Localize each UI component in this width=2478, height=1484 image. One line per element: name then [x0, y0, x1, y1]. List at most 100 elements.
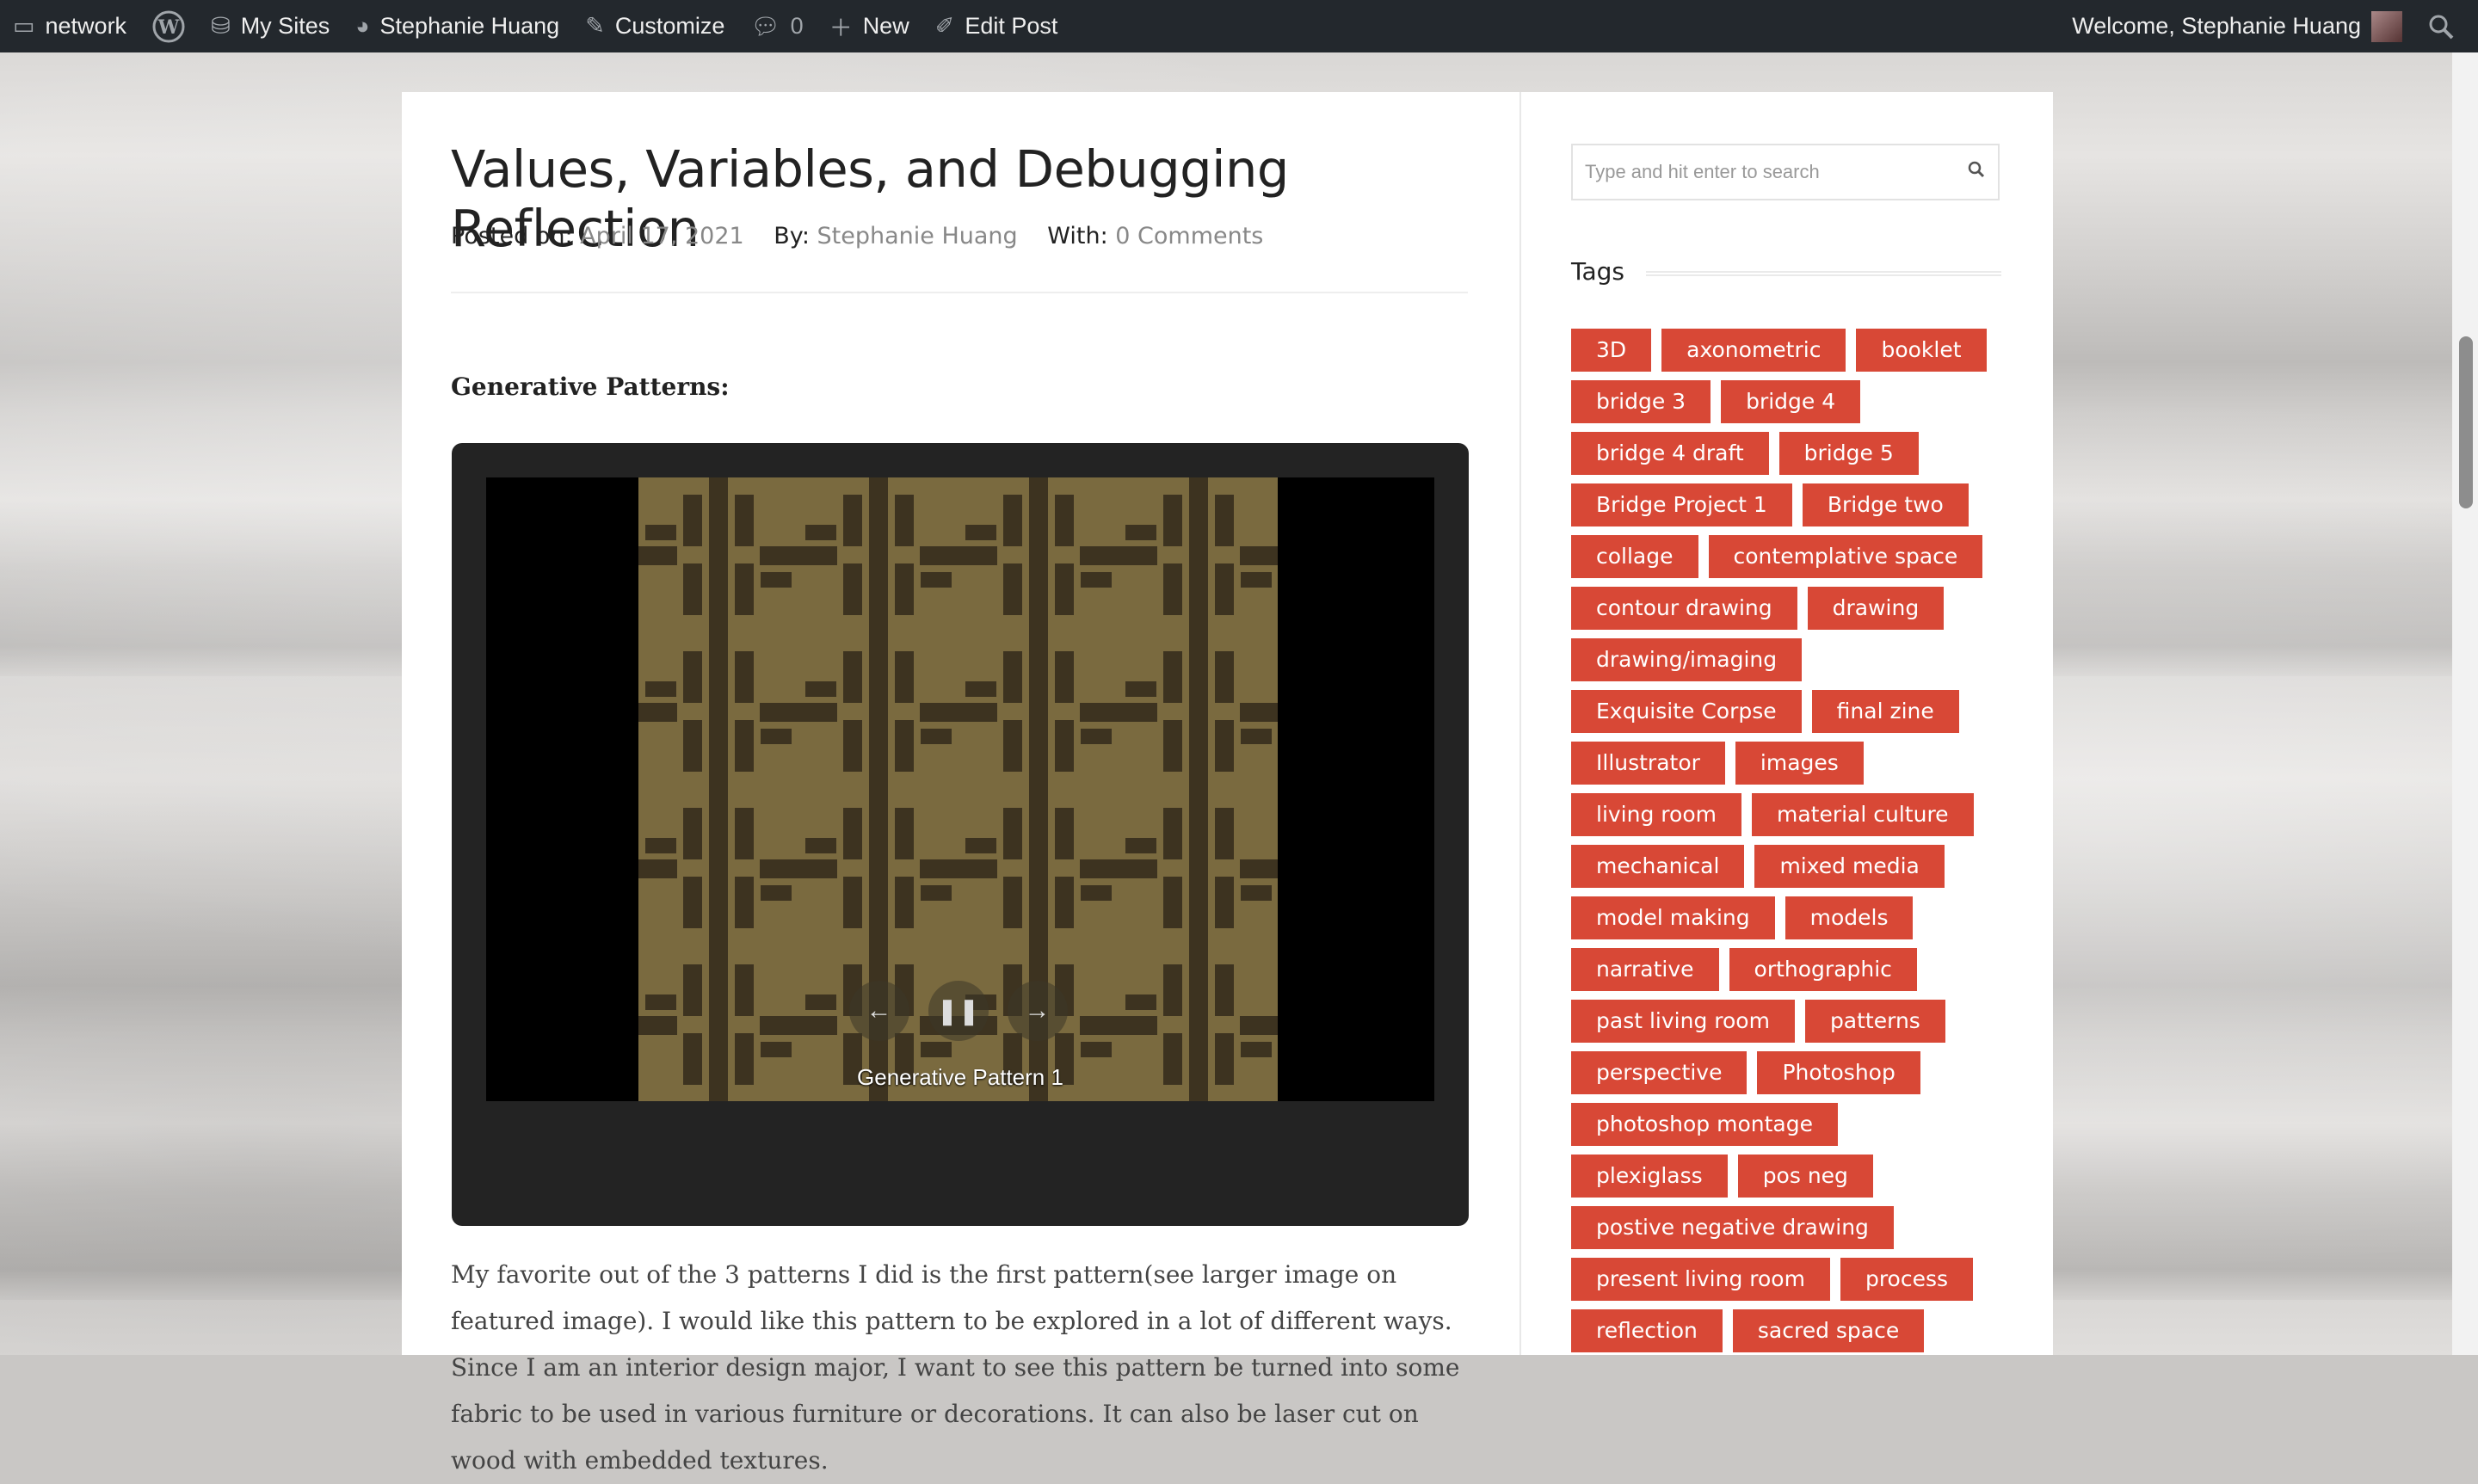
wordpress-logo-button[interactable]: W	[139, 0, 198, 52]
account-menu[interactable]: Welcome, Stephanie Huang	[2059, 0, 2415, 52]
tag-link[interactable]: Exquisite Corpse	[1571, 690, 1802, 733]
search-icon	[1968, 161, 1985, 178]
arrow-right-icon: →	[1024, 996, 1051, 1025]
tag-link[interactable]: postive negative drawing	[1571, 1206, 1894, 1249]
tag-link[interactable]: patterns	[1804, 1000, 1945, 1043]
with-label: With:	[1047, 223, 1108, 249]
comments-link[interactable]: 0 Comments	[1115, 223, 1263, 249]
tag-link[interactable]: booklet	[1856, 329, 1987, 372]
network-link[interactable]: ▭ network	[0, 0, 139, 52]
tag-link[interactable]: past living room	[1571, 1000, 1795, 1043]
plus-icon: ＋	[829, 15, 853, 41]
scrollbar-track[interactable]	[2452, 52, 2478, 1355]
search-icon	[2429, 15, 2454, 39]
dashboard-icon: ◕	[355, 13, 370, 39]
post-date-link[interactable]: April 17, 2021	[580, 223, 744, 249]
tag-link[interactable]: Illustrator	[1571, 742, 1725, 785]
tag-link[interactable]: images	[1735, 742, 1864, 785]
broken-image-icon: ▭	[13, 13, 35, 39]
tag-link[interactable]: 3D	[1571, 329, 1652, 372]
tag-link[interactable]: contour drawing	[1571, 587, 1797, 630]
slide-stage: ← ❚❚ → Generative Pattern 1	[486, 477, 1434, 1101]
sidebar-search-box	[1571, 144, 2000, 200]
comment-bubble-icon: 💬︎	[750, 13, 780, 40]
tag-link[interactable]: living room	[1571, 793, 1741, 836]
tag-link[interactable]: process	[1840, 1258, 1974, 1301]
section-heading: Generative Patterns:	[451, 373, 730, 401]
tag-link[interactable]: drawing	[1807, 587, 1945, 630]
customize-label: Customize	[614, 13, 725, 39]
tag-link[interactable]: mechanical	[1571, 845, 1745, 888]
tag-link[interactable]: plexiglass	[1571, 1155, 1728, 1198]
tag-link[interactable]: models	[1785, 896, 1914, 939]
meta-divider	[451, 292, 1468, 293]
customize-link[interactable]: ✎ Customize	[572, 0, 737, 52]
next-slide-button[interactable]: →	[1007, 981, 1068, 1041]
arrow-left-icon: ←	[866, 996, 892, 1025]
by-label: By:	[774, 223, 810, 249]
admin-bar: ▭ network W ⛁ My Sites ◕ Stephanie Huang…	[0, 0, 2478, 52]
admin-bar-right: Welcome, Stephanie Huang	[2059, 0, 2478, 52]
tag-link[interactable]: material culture	[1751, 793, 1974, 836]
svg-text:W: W	[157, 16, 180, 39]
tag-link[interactable]: narrative	[1571, 948, 1719, 991]
new-label: New	[862, 13, 909, 39]
tag-link[interactable]: Bridge two	[1802, 483, 1969, 526]
search-submit-button[interactable]	[1955, 161, 1998, 183]
tag-link[interactable]: pos neg	[1737, 1155, 1873, 1198]
slide-caption: Generative Pattern 1	[857, 1064, 1063, 1090]
slideshow-controls: ← ❚❚ →	[638, 981, 1278, 1041]
pause-slideshow-button[interactable]: ❚❚	[928, 981, 989, 1041]
generative-pattern-image[interactable]: ← ❚❚ →	[638, 477, 1278, 1101]
tag-link[interactable]: orthographic	[1729, 948, 1917, 991]
tag-link[interactable]: drawing/imaging	[1571, 638, 1803, 681]
author-link[interactable]: Stephanie Huang	[817, 223, 1018, 249]
tag-link[interactable]: sacred space	[1732, 1309, 1925, 1352]
tag-link[interactable]: bridge 4 draft	[1571, 432, 1769, 475]
tag-link[interactable]: bridge 4	[1721, 380, 1861, 423]
pause-icon: ❚❚	[936, 996, 980, 1025]
tag-link[interactable]: Photoshop	[1757, 1051, 1920, 1094]
network-icon: ⛁	[211, 13, 231, 39]
site-name-menu[interactable]: ◕ Stephanie Huang	[342, 0, 572, 52]
edit-post-link[interactable]: ✐ Edit Post	[922, 0, 1071, 52]
image-slideshow: ← ❚❚ → Generative Pattern 1	[452, 443, 1469, 1226]
previous-slide-button[interactable]: ←	[848, 981, 909, 1041]
tag-link[interactable]: contemplative space	[1708, 535, 1983, 578]
tag-link[interactable]: bridge 5	[1778, 432, 1919, 475]
post-content: Values, Variables, and Debugging Reflect…	[402, 92, 1519, 1475]
tag-link[interactable]: perspective	[1571, 1051, 1748, 1094]
tag-link[interactable]: photoshop montage	[1571, 1103, 1838, 1146]
pencil-icon: ✐	[934, 13, 955, 39]
tag-link[interactable]: present living room	[1571, 1258, 1830, 1301]
comments-count: 0	[790, 13, 804, 39]
tag-cloud: 3D axonometric booklet bridge 3 bridge 4 brid…	[1571, 329, 2001, 1352]
my-sites-menu[interactable]: ⛁ My Sites	[198, 0, 342, 52]
brush-icon: ✎	[585, 13, 605, 39]
tag-link[interactable]: collage	[1571, 535, 1698, 578]
my-sites-label: My Sites	[240, 13, 330, 39]
tag-link[interactable]: reflection	[1571, 1309, 1723, 1352]
post-meta: Posted on: April 17, 2021 By: Stephanie …	[451, 223, 1285, 249]
network-label: network	[45, 13, 127, 39]
tags-heading-rule	[1646, 271, 2001, 278]
posted-on-label: Posted on:	[451, 223, 573, 249]
comments-link[interactable]: 💬︎ 0	[737, 0, 816, 52]
tag-link[interactable]: mixed media	[1754, 845, 1945, 888]
tag-link[interactable]: model making	[1571, 896, 1775, 939]
tag-link[interactable]: Bridge Project 1	[1571, 483, 1792, 526]
avatar	[2371, 10, 2402, 42]
tag-link[interactable]: axonometric	[1661, 329, 1846, 372]
admin-search-button[interactable]	[2415, 0, 2478, 52]
wordpress-icon: W	[152, 10, 185, 42]
tag-link[interactable]: bridge 3	[1571, 380, 1711, 423]
edit-post-label: Edit Post	[965, 13, 1058, 39]
post-body-paragraph: My favorite out of the 3 patterns I did …	[451, 1260, 1460, 1475]
welcome-text: Welcome, Stephanie Huang	[2072, 13, 2361, 39]
scrollbar-thumb[interactable]	[2459, 336, 2473, 508]
new-content-menu[interactable]: ＋ New	[817, 0, 922, 52]
tags-heading: Tags	[1571, 257, 1624, 286]
search-input[interactable]	[1573, 146, 1955, 198]
sidebar: Tags 3Daxonometricbookletbridge 3bridge …	[1521, 92, 2053, 1355]
tag-link[interactable]: final zine	[1811, 690, 1959, 733]
